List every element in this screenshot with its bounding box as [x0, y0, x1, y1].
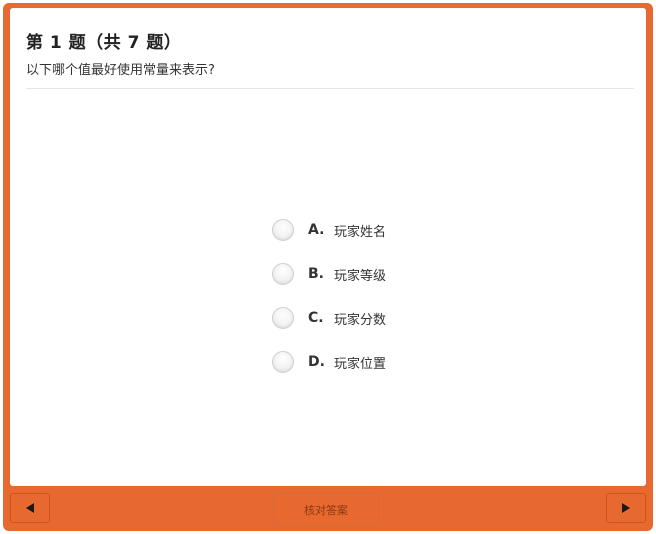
triangle-left-icon: [26, 503, 34, 513]
radio-button[interactable]: [272, 307, 294, 329]
option-a[interactable]: A. 玩家姓名: [272, 208, 472, 252]
triangle-right-icon: [622, 503, 630, 513]
radio-button[interactable]: [272, 351, 294, 373]
next-button[interactable]: [606, 493, 646, 523]
question-panel: 第 1 题（共 7 题） 以下哪个值最好使用常量来表示? A. 玩家姓名 B. …: [10, 8, 646, 486]
footer-bar: 核对答案: [3, 493, 653, 529]
option-d[interactable]: D. 玩家位置: [272, 340, 472, 384]
option-letter: C.: [308, 310, 324, 326]
option-text: 玩家分数: [334, 312, 387, 328]
option-text: 玩家位置: [334, 356, 387, 372]
option-letter: D.: [308, 354, 325, 370]
divider: [26, 88, 634, 89]
option-text: 玩家等级: [334, 268, 387, 284]
option-letter: A.: [308, 222, 325, 238]
option-b[interactable]: B. 玩家等级: [272, 252, 472, 296]
previous-button[interactable]: [10, 493, 50, 523]
radio-button[interactable]: [272, 219, 294, 241]
option-text: 玩家姓名: [334, 224, 387, 240]
option-letter: B.: [308, 266, 324, 282]
quiz-frame: 第 1 题（共 7 题） 以下哪个值最好使用常量来表示? A. 玩家姓名 B. …: [3, 3, 653, 531]
radio-button[interactable]: [272, 263, 294, 285]
check-answer-button[interactable]: 核对答案: [273, 493, 379, 527]
question-title: 第 1 题（共 7 题）: [26, 33, 182, 53]
question-text: 以下哪个值最好使用常量来表示?: [26, 63, 215, 78]
option-c[interactable]: C. 玩家分数: [272, 296, 472, 340]
answer-options: A. 玩家姓名 B. 玩家等级 C. 玩家分数 D. 玩家位置: [272, 208, 472, 384]
